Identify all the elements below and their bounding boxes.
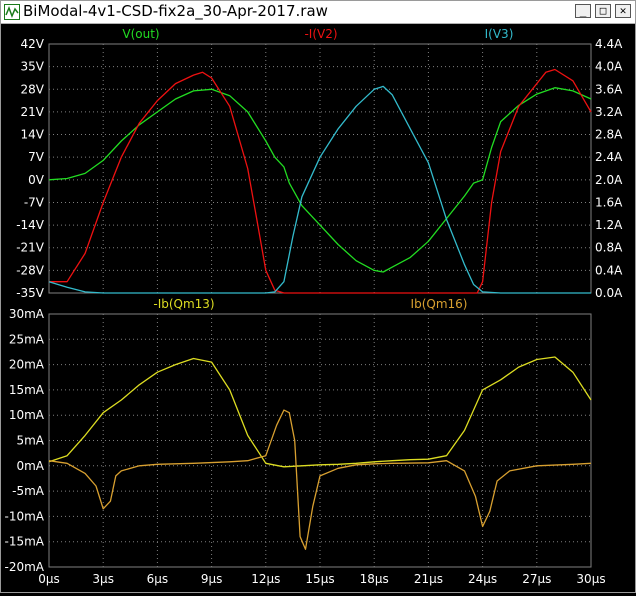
top-left-tick-label: -7V (24, 195, 45, 209)
bottom-x-tick-label: 27µs (522, 572, 551, 586)
bottom-y-tick-label: 25mA (9, 332, 45, 346)
top-left-tick-label: 42V (21, 37, 45, 51)
top-right-tick-label: 2.0A (595, 173, 623, 187)
bottom-series-label: -Ib(Qm13) (153, 297, 214, 311)
top-left-tick-label: 21V (21, 105, 45, 119)
plot-area: 42V 35V 28V 21V 14V 7V 0V -7V -14V -21V -28V -35V 4.… (1, 24, 635, 596)
top-left-tick-label: 28V (21, 82, 45, 96)
top-left-tick-label: -35V (16, 286, 45, 300)
bottom-x-tick-label: 18µs (360, 572, 389, 586)
bottom-x-tick-label: 6µs (147, 572, 169, 586)
top-right-tick-label: 0.8A (595, 241, 623, 255)
title-bar[interactable]: BiModal-4v1-CSD-fix2a_30-Apr-2017.raw _ … (1, 1, 635, 24)
top-left-tick-label: -28V (16, 263, 45, 277)
top-right-tick-label: 1.6A (595, 195, 623, 209)
top-right-tick-label: 1.2A (595, 218, 623, 232)
top-right-tick-label: 4.4A (595, 37, 623, 51)
top-series-label: -I(V2) (304, 27, 337, 41)
bottom-y-tick-label: 20mA (9, 358, 45, 372)
bottom-y-tick-label: 10mA (9, 408, 45, 422)
top-left-tick-label: 14V (21, 128, 45, 142)
top-left-tick-label: -21V (16, 241, 45, 255)
top-series-line (48, 85, 591, 294)
bottom-y-tick-label: 30mA (9, 307, 45, 321)
top-right-tick-label: 2.8A (595, 128, 623, 142)
bottom-y-tick-label: 5mA (16, 434, 44, 448)
bottom-pane-grid (48, 313, 592, 568)
top-series-label: I(V3) (485, 27, 514, 41)
top-right-tick-label: 0.0A (595, 286, 623, 300)
top-right-tick-label: 3.6A (595, 82, 623, 96)
close-button[interactable]: ✕ (615, 4, 631, 18)
bottom-y-tick-label: -5mA (12, 484, 45, 498)
window-title: BiModal-4v1-CSD-fix2a_30-Apr-2017.raw (23, 2, 328, 20)
waveform-window: BiModal-4v1-CSD-fix2a_30-Apr-2017.raw _ … (0, 0, 636, 593)
top-left-tick-label: 0V (28, 173, 45, 187)
top-pane-grid (48, 43, 592, 294)
bottom-x-tick-label: 21µs (414, 572, 443, 586)
bottom-y-tick-label: -15mA (5, 535, 45, 549)
bottom-x-tick-label: 0µs (38, 572, 60, 586)
maximize-button[interactable]: □ (595, 4, 611, 18)
bottom-y-tick-label: -10mA (5, 509, 45, 523)
bottom-y-tick-label: 0mA (16, 459, 44, 473)
bottom-y-tick-label: 15mA (9, 383, 45, 397)
top-left-tick-label: -14V (16, 218, 45, 232)
top-right-tick-label: 4.0A (595, 60, 623, 74)
bottom-x-tick-label: 15µs (305, 572, 334, 586)
bottom-x-tick-label: 9µs (201, 572, 223, 586)
top-right-tick-label: 3.2A (595, 105, 623, 119)
top-series-line (49, 68, 592, 294)
bottom-x-tick-label: 3µs (92, 572, 114, 586)
top-left-tick-label: 7V (28, 150, 45, 164)
top-series-label: V(out) (122, 27, 159, 41)
bottom-x-tick-label: 12µs (251, 572, 280, 586)
ltspice-waveform-icon (4, 4, 20, 20)
bottom-x-tick-label: 24µs (468, 572, 497, 586)
bottom-series-label: Ib(Qm16) (411, 297, 468, 311)
waveform-plots[interactable]: 42V 35V 28V 21V 14V 7V 0V -7V -14V -21V -28V -35V 4.… (1, 24, 635, 592)
top-right-tick-label: 0.4A (595, 263, 623, 277)
top-left-tick-label: 35V (21, 60, 45, 74)
bottom-x-tick-label: 30µs (576, 572, 605, 586)
minimize-button[interactable]: _ (575, 4, 591, 18)
top-right-tick-label: 2.4A (595, 150, 623, 164)
